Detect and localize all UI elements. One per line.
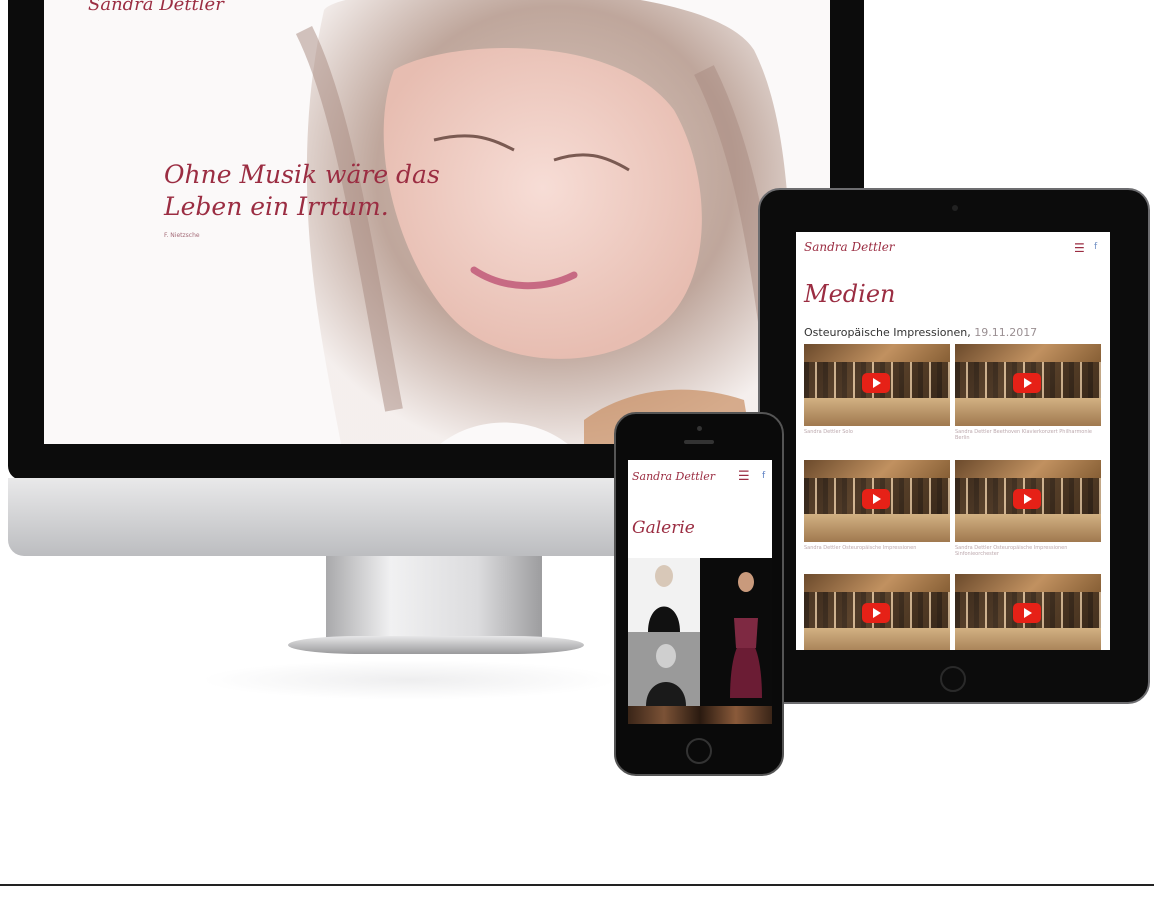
portrait-image (730, 572, 762, 698)
portrait-image (648, 565, 680, 632)
video-thumbnail[interactable] (804, 574, 950, 650)
hamburger-icon[interactable]: ☰ (738, 469, 750, 484)
hero-quote-line2: Leben ein Irrtum. (164, 192, 389, 221)
video-thumbnail[interactable] (955, 574, 1101, 650)
play-icon[interactable] (862, 603, 890, 623)
video-stage (955, 514, 1101, 542)
video-stage (955, 628, 1101, 650)
video-caption: Sandra Dettler Osteuropäische Impression… (955, 545, 1068, 557)
phone-screen: Sandra Dettler ☰ f Galerie (628, 460, 772, 724)
video-stage (804, 398, 950, 426)
gallery-image[interactable] (628, 558, 700, 632)
tablet-camera (952, 205, 958, 211)
tablet-home-button (940, 666, 966, 692)
video-thumbnail[interactable] (955, 460, 1101, 542)
phone-speaker (684, 440, 714, 444)
gallery-image[interactable] (628, 706, 772, 724)
play-icon[interactable] (862, 489, 890, 509)
phone-home-button (686, 738, 712, 764)
play-icon[interactable] (1013, 489, 1041, 509)
section-title: Osteuropäische Impressionen, 19.11.2017 (804, 326, 1037, 339)
video-caption: Sandra Dettler Beethoven Klavierkonzert … (955, 429, 1093, 441)
desktop-monitor-foot (288, 636, 584, 654)
video-caption: Sandra Dettler Solo (804, 429, 853, 435)
desktop-screen: Sandra Dettler Ohne Musik wäre das Leben… (44, 0, 830, 444)
video-thumbnail[interactable] (955, 344, 1101, 426)
phone-site-logo[interactable]: Sandra Dettler (632, 470, 715, 483)
section-title-text: Osteuropäische Impressionen, (804, 326, 971, 339)
desktop-reflection (200, 660, 620, 700)
video-stage (804, 628, 950, 650)
video-thumbnail[interactable] (804, 460, 950, 542)
hero-quote-author: F. Nietzsche (164, 232, 200, 239)
play-icon[interactable] (862, 373, 890, 393)
divider (0, 884, 1154, 886)
play-icon[interactable] (1013, 373, 1041, 393)
facebook-icon[interactable]: f (762, 471, 765, 481)
hamburger-icon[interactable]: ☰ (1074, 241, 1085, 255)
portrait-image (628, 632, 700, 706)
video-stage (955, 398, 1101, 426)
hero-portrait-image (295, 0, 802, 444)
video-stage (804, 514, 950, 542)
desktop-monitor-stand (326, 556, 542, 642)
play-icon[interactable] (1013, 603, 1041, 623)
phone-camera (697, 426, 702, 431)
video-thumbnail[interactable] (804, 344, 950, 426)
page-title: Galerie (632, 518, 695, 538)
gallery-image[interactable] (628, 632, 700, 706)
gallery-image[interactable] (700, 558, 772, 706)
site-logo[interactable]: Sandra Dettler (88, 0, 224, 15)
page-title: Medien (804, 280, 896, 308)
video-caption: Sandra Dettler Osteuropäische Impression… (804, 545, 917, 551)
section-date: 19.11.2017 (974, 326, 1038, 339)
tablet-screen: Sandra Dettler ☰ f Medien Osteuropäische… (796, 232, 1110, 650)
tablet-site-logo[interactable]: Sandra Dettler (804, 240, 895, 254)
hero-quote-line1: Ohne Musik wäre das (164, 160, 440, 189)
facebook-icon[interactable]: f (1094, 242, 1097, 252)
